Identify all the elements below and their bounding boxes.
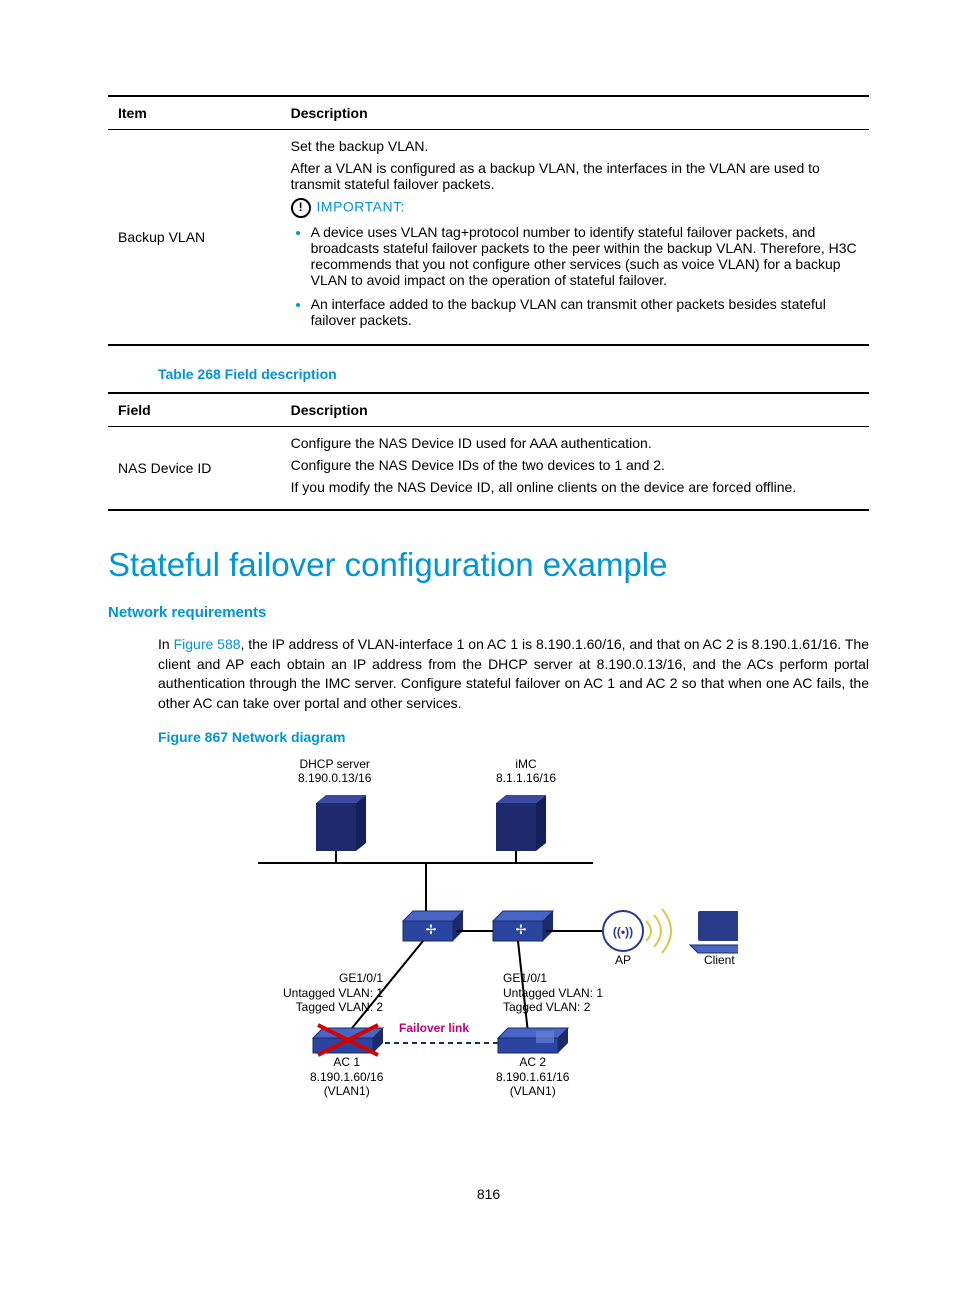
table-caption: Table 268 Field description [158, 366, 869, 382]
node-name: DHCP server [298, 757, 371, 771]
node-vlan: (VLAN1) [310, 1084, 383, 1098]
desc-line: Configure the NAS Device ID used for AAA… [291, 435, 869, 451]
ge-line: Tagged VLAN: 2 [283, 1000, 383, 1014]
ge-line: GE1/0/1 [503, 971, 603, 985]
node-ip: 8.190.0.13/16 [298, 771, 371, 785]
important-callout: ! IMPORTANT: [291, 198, 869, 218]
table-row: Backup VLAN Set the backup VLAN. After a… [108, 130, 869, 346]
th-field: Field [108, 393, 291, 427]
figure-link[interactable]: Figure 588 [174, 636, 241, 652]
table-item-description: Item Description Backup VLAN Set the bac… [108, 95, 869, 346]
ac1-label: AC 1 8.190.1.60/16 (VLAN1) [310, 1055, 383, 1098]
cell-field: NAS Device ID [108, 427, 291, 511]
diagram-svg: ✢ ✢ ((•)) [198, 753, 738, 1133]
ge-line: Tagged VLAN: 2 [503, 1000, 603, 1014]
th-description: Description [291, 393, 869, 427]
desc-line: Set the backup VLAN. [291, 138, 869, 154]
svg-text:✢: ✢ [426, 922, 437, 937]
node-ip: 8.1.1.16/16 [496, 771, 556, 785]
node-name: iMC [496, 757, 556, 771]
table-row: NAS Device ID Configure the NAS Device I… [108, 427, 869, 511]
ge-line: Untagged VLAN: 1 [503, 986, 603, 1000]
list-item: An interface added to the backup VLAN ca… [311, 296, 869, 328]
node-ip: 8.190.1.60/16 [310, 1070, 383, 1084]
desc-line: If you modify the NAS Device ID, all onl… [291, 479, 869, 495]
node-ip: 8.190.1.61/16 [496, 1070, 569, 1084]
ac2-label: AC 2 8.190.1.61/16 (VLAN1) [496, 1055, 569, 1098]
page-number: 816 [108, 1186, 869, 1202]
subheading: Network requirements [108, 604, 869, 621]
client-label: Client [704, 953, 735, 967]
desc-line: Configure the NAS Device IDs of the two … [291, 457, 869, 473]
desc-line: After a VLAN is configured as a backup V… [291, 160, 869, 192]
cell-description: Set the backup VLAN. After a VLAN is con… [291, 130, 869, 346]
node-name: AC 2 [496, 1055, 569, 1069]
para-text: , the IP address of VLAN-interface 1 on … [158, 636, 869, 711]
important-label: IMPORTANT: [317, 199, 406, 215]
svg-text:((•)): ((•)) [613, 925, 633, 939]
figure-caption: Figure 867 Network diagram [158, 729, 869, 745]
th-description: Description [291, 96, 869, 130]
ge-left-label: GE1/0/1 Untagged VLAN: 1 Tagged VLAN: 2 [283, 971, 383, 1014]
important-icon: ! [291, 198, 311, 218]
ge-line: GE1/0/1 [283, 971, 383, 985]
para-text: In [158, 636, 174, 652]
cell-item: Backup VLAN [108, 130, 291, 346]
failover-link-label: Failover link [399, 1021, 469, 1035]
cell-description: Configure the NAS Device ID used for AAA… [291, 427, 869, 511]
body-paragraph: In Figure 588, the IP address of VLAN-in… [158, 635, 869, 713]
ge-line: Untagged VLAN: 1 [283, 986, 383, 1000]
network-diagram: ✢ ✢ ((•)) [198, 753, 738, 1136]
section-title: Stateful failover configuration example [108, 546, 869, 584]
important-list: A device uses VLAN tag+protocol number t… [297, 224, 869, 328]
ge-right-label: GE1/0/1 Untagged VLAN: 1 Tagged VLAN: 2 [503, 971, 603, 1014]
imc-label: iMC 8.1.1.16/16 [496, 757, 556, 785]
node-name: AC 1 [310, 1055, 383, 1069]
dhcp-label: DHCP server 8.190.0.13/16 [298, 757, 371, 785]
ap-label: AP [615, 953, 631, 967]
list-item: A device uses VLAN tag+protocol number t… [311, 224, 869, 288]
th-item: Item [108, 96, 291, 130]
table-field-description: Field Description NAS Device ID Configur… [108, 392, 869, 511]
node-vlan: (VLAN1) [496, 1084, 569, 1098]
svg-text:✢: ✢ [516, 922, 527, 937]
